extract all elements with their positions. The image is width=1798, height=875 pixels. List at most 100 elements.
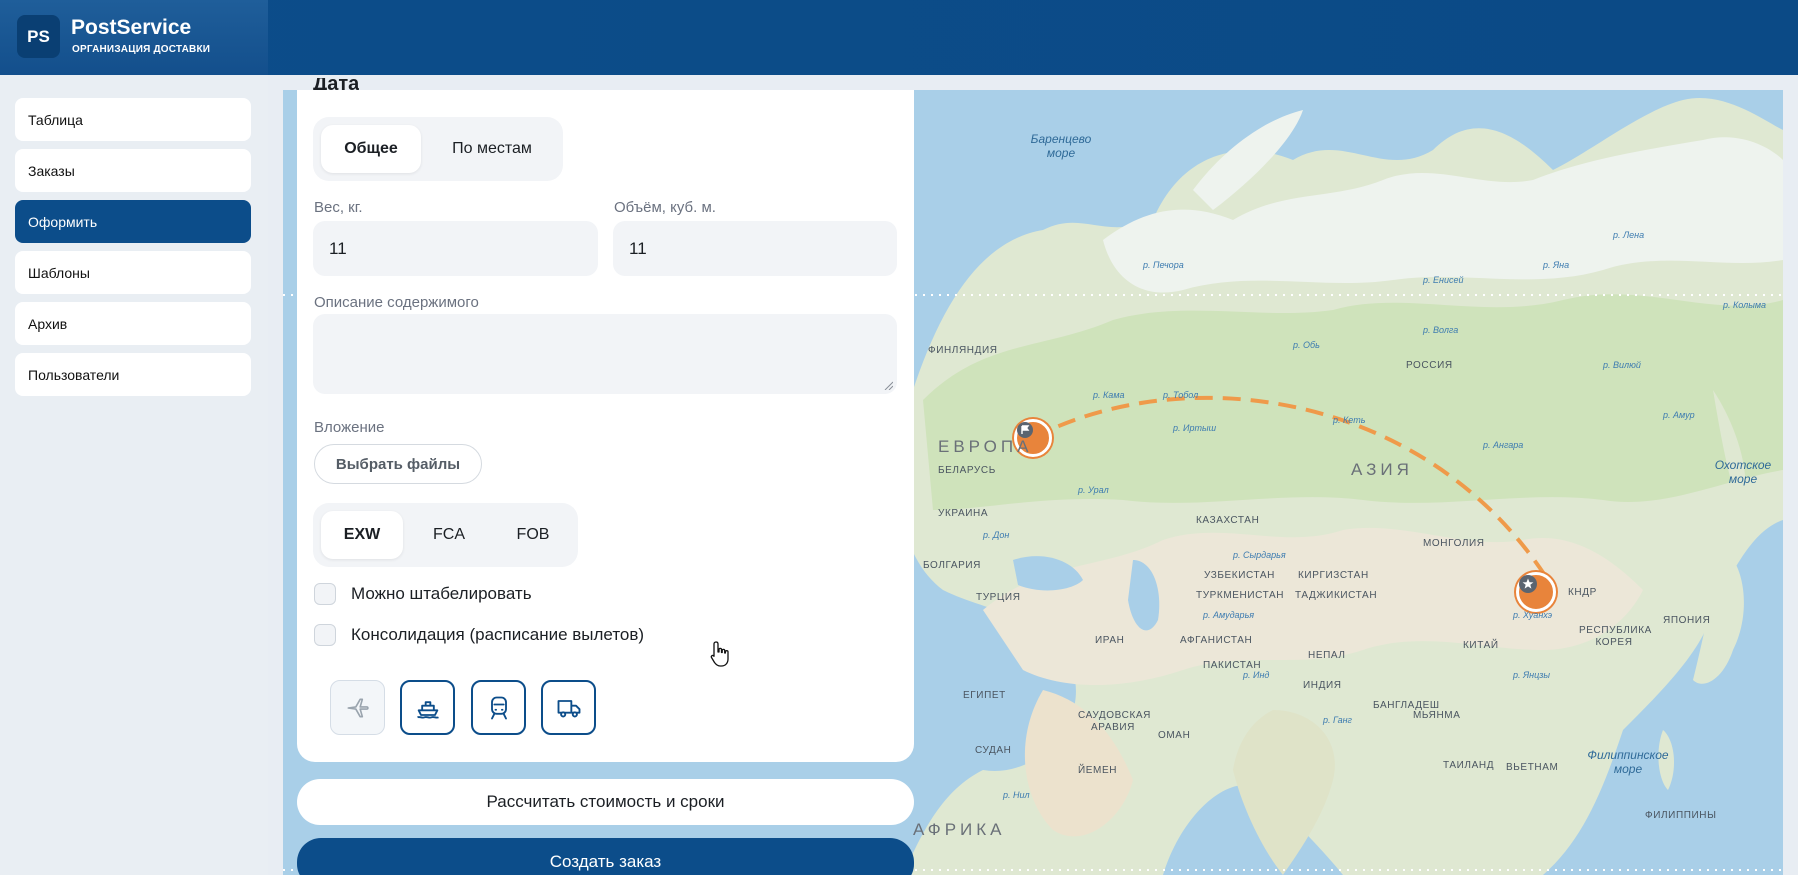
river-label: р. Яна bbox=[1543, 260, 1570, 270]
country-label: РЕСПУБЛИКА КОРЕЯ bbox=[1579, 625, 1652, 648]
country-label: ЕГИПЕТ bbox=[963, 690, 1006, 701]
consolidation-option[interactable]: Консолидация (расписание вылетов) bbox=[314, 624, 644, 646]
logo[interactable]: PS bbox=[17, 15, 60, 58]
choose-files-button[interactable]: Выбрать файлы bbox=[314, 444, 482, 484]
consolidation-checkbox[interactable] bbox=[314, 624, 336, 646]
country-label: МЬЯНМА bbox=[1413, 710, 1461, 721]
sidebar-item-orders[interactable]: Заказы bbox=[15, 149, 251, 192]
transport-sea-button[interactable] bbox=[400, 680, 455, 735]
river-label: р. Лена bbox=[1613, 230, 1645, 240]
weight-input[interactable]: 11 bbox=[313, 221, 598, 276]
country-label: МОНГОЛИЯ bbox=[1423, 538, 1485, 549]
country-label: ТУРКМЕНИСТАН bbox=[1196, 590, 1285, 601]
river-label: р. Инд bbox=[1243, 670, 1270, 680]
continent-asia: АЗИЯ bbox=[1351, 460, 1413, 479]
country-label: ТУРЦИЯ bbox=[976, 592, 1021, 603]
river-label: р. Дон bbox=[983, 530, 1010, 540]
country-label: КИТАЙ bbox=[1463, 640, 1499, 651]
sidebar-item-table[interactable]: Таблица bbox=[15, 98, 251, 141]
sidebar-item-create[interactable]: Оформить bbox=[15, 200, 251, 243]
country-label: ОМАН bbox=[1158, 730, 1191, 741]
brand-area: PS PostService ОРГАНИЗАЦИЯ ДОСТАВКИ bbox=[0, 0, 268, 75]
description-label: Описание содержимого bbox=[314, 294, 479, 311]
ship-icon bbox=[416, 700, 439, 719]
river-label: р. Амур bbox=[1663, 410, 1695, 420]
transport-air-button[interactable] bbox=[330, 680, 385, 735]
river-label: р. Сырдарья bbox=[1233, 550, 1286, 560]
truck-icon bbox=[557, 699, 580, 717]
river-label: р. Волга bbox=[1423, 325, 1459, 335]
country-label: АФГАНИСТАН bbox=[1180, 635, 1253, 646]
country-label: ИРАН bbox=[1095, 635, 1125, 646]
cargo-tabs: Общее По местам bbox=[313, 117, 563, 181]
country-label: БОЛГАРИЯ bbox=[923, 560, 981, 571]
river-label: р. Печора bbox=[1143, 260, 1184, 270]
description-textarea[interactable] bbox=[313, 314, 897, 394]
country-label: ЯПОНИЯ bbox=[1663, 615, 1711, 626]
order-form-card bbox=[297, 90, 914, 762]
country-label: САУДОВСКАЯ АРАВИЯ bbox=[1078, 710, 1151, 733]
resize-handle-icon[interactable] bbox=[883, 380, 893, 390]
star-icon bbox=[1519, 575, 1537, 593]
plane-icon bbox=[346, 698, 369, 717]
transport-road-button[interactable] bbox=[541, 680, 596, 735]
flag-icon bbox=[1017, 422, 1033, 438]
tab-by-places[interactable]: По местам bbox=[431, 125, 553, 173]
country-label: ВЬЕТНАМ bbox=[1506, 762, 1559, 773]
app-subtitle: ОРГАНИЗАЦИЯ ДОСТАВКИ bbox=[72, 44, 211, 55]
river-label: р. Колыма bbox=[1723, 300, 1766, 310]
country-label: БЕЛАРУСЬ bbox=[938, 465, 996, 476]
country-label: ЙЕМЕН bbox=[1078, 765, 1118, 776]
sea-label-barents: Баренцево море bbox=[1030, 132, 1092, 160]
volume-input[interactable]: 11 bbox=[613, 221, 897, 276]
sea-label-philippine: Филиппинское море bbox=[1587, 748, 1669, 776]
continent-africa: АФРИКА bbox=[913, 820, 1006, 839]
tab-exw[interactable]: EXW bbox=[321, 511, 403, 559]
hand-cursor-icon bbox=[710, 641, 729, 667]
stackable-checkbox[interactable] bbox=[314, 583, 336, 605]
stackable-option[interactable]: Можно штабелировать bbox=[314, 583, 532, 605]
tab-fob[interactable]: FOB bbox=[493, 511, 573, 559]
sidebar bbox=[0, 75, 268, 875]
attachment-label: Вложение bbox=[314, 419, 385, 436]
tab-general[interactable]: Общее bbox=[321, 125, 421, 173]
river-label: р. Урал bbox=[1078, 485, 1109, 495]
sea-label-okhotsk: Охотское море bbox=[1714, 458, 1772, 486]
country-label: КАЗАХСТАН bbox=[1196, 515, 1260, 526]
weight-label: Вес, кг. bbox=[314, 199, 363, 216]
sidebar-item-templates[interactable]: Шаблоны bbox=[15, 251, 251, 294]
country-label: УЗБЕКИСТАН bbox=[1204, 570, 1275, 581]
country-label: НЕПАЛ bbox=[1308, 650, 1346, 661]
river-label: р. Енисей bbox=[1423, 275, 1464, 285]
volume-label: Объём, куб. м. bbox=[614, 199, 716, 216]
consolidation-label: Консолидация (расписание вылетов) bbox=[351, 625, 645, 644]
destination-marker[interactable] bbox=[1516, 572, 1556, 612]
top-header bbox=[0, 0, 1798, 75]
sidebar-item-users[interactable]: Пользователи bbox=[15, 353, 251, 396]
transport-rail-button[interactable] bbox=[471, 680, 526, 735]
country-label: ИНДИЯ bbox=[1303, 680, 1342, 691]
country-label: ФИНЛЯНДИЯ bbox=[928, 345, 998, 356]
incoterms-tabs: EXW FCA FOB bbox=[313, 503, 578, 567]
country-label: ТАИЛАНД bbox=[1443, 760, 1495, 771]
train-icon bbox=[490, 696, 507, 719]
river-label: р. Ганг bbox=[1323, 715, 1352, 725]
create-order-button[interactable]: Создать заказ bbox=[297, 838, 914, 875]
river-label: р. Хуанхэ bbox=[1513, 610, 1553, 620]
river-label: р. Амударья bbox=[1203, 610, 1255, 620]
calculate-button[interactable]: Рассчитать стоимость и сроки bbox=[297, 779, 914, 825]
river-label: р. Янцзы bbox=[1513, 670, 1551, 680]
river-label: р. Ангара bbox=[1483, 440, 1524, 450]
app-name: PostService bbox=[71, 16, 192, 39]
country-label: ФИЛИППИНЫ bbox=[1645, 810, 1717, 821]
continent-europe: ЕВРОПА bbox=[938, 437, 1033, 456]
river-label: р. Тобол bbox=[1163, 390, 1199, 400]
river-label: р. Нил bbox=[1003, 790, 1030, 800]
country-label: ТАДЖИКИСТАН bbox=[1295, 590, 1378, 601]
country-label: СУДАН bbox=[975, 745, 1012, 756]
sidebar-item-archive[interactable]: Архив bbox=[15, 302, 251, 345]
country-label: КИРГИЗСТАН bbox=[1298, 570, 1369, 581]
country-label: РОССИЯ bbox=[1406, 360, 1453, 371]
tab-fca[interactable]: FCA bbox=[409, 511, 489, 559]
river-label: р. Кеть bbox=[1333, 415, 1366, 425]
